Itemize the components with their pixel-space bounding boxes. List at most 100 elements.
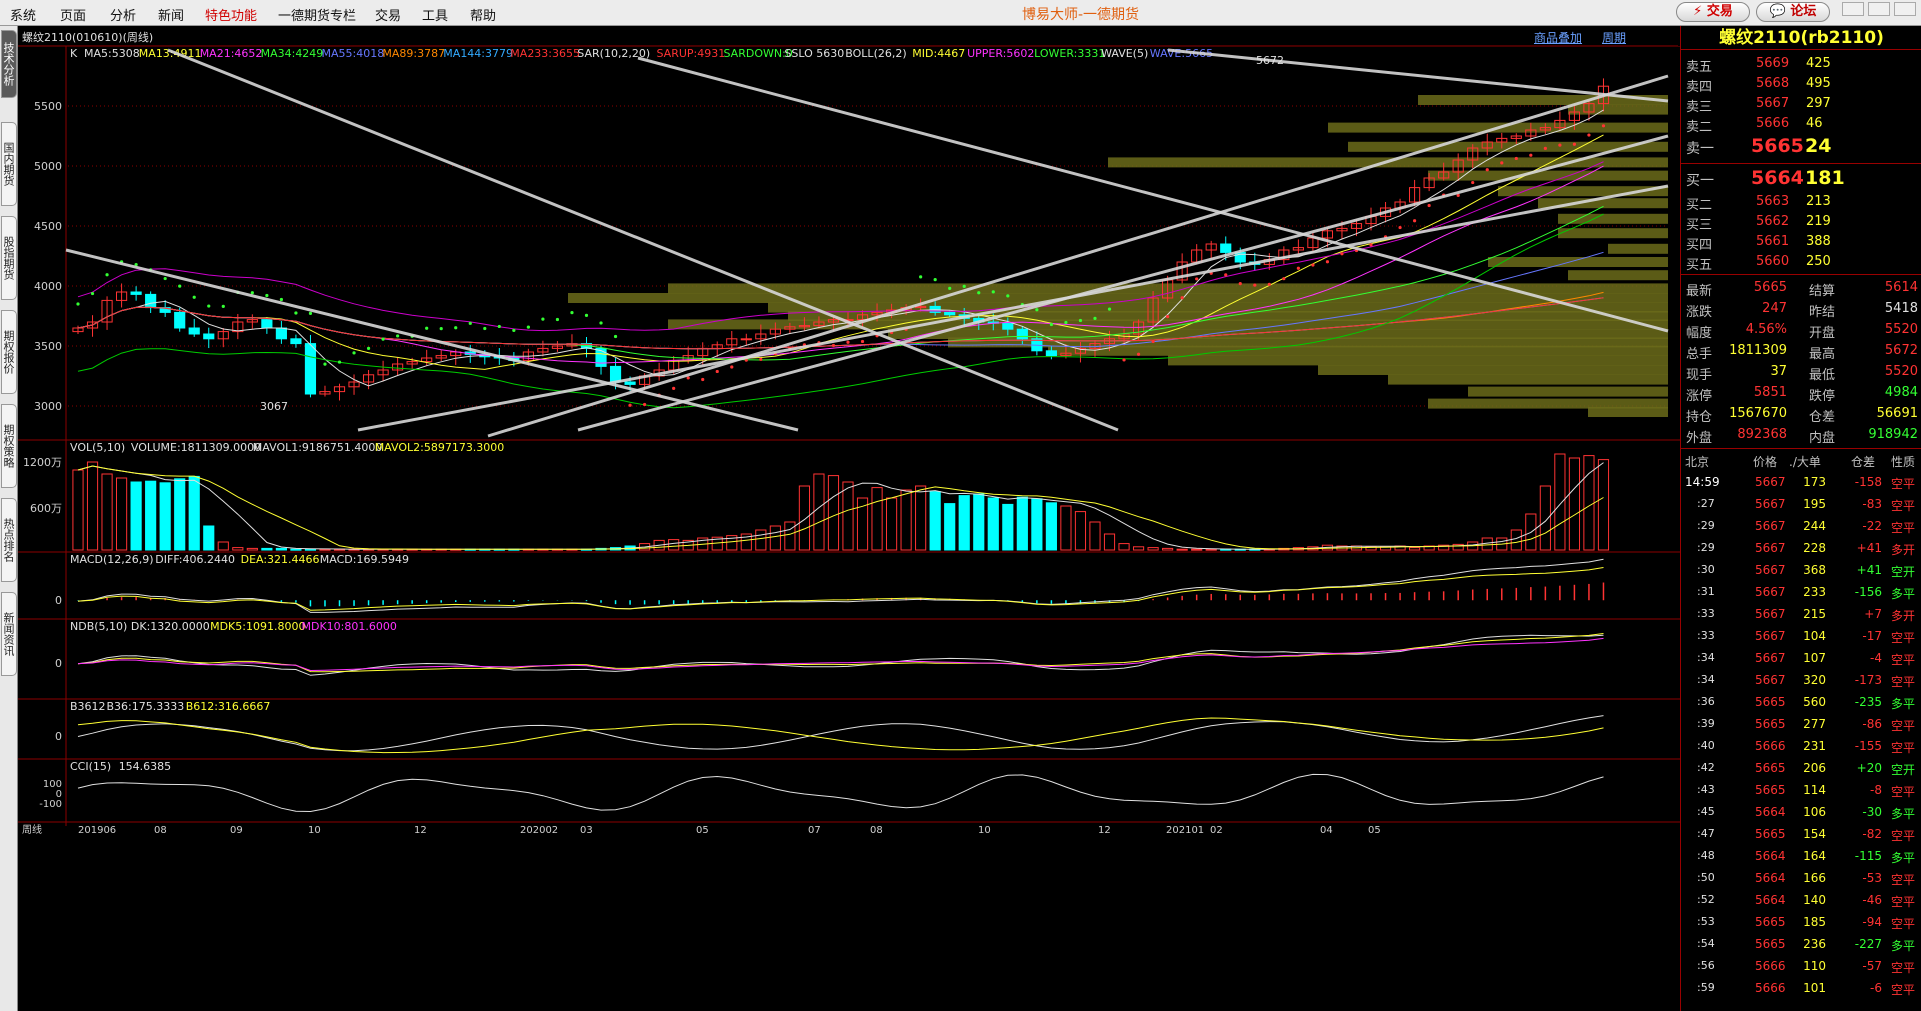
tick-row: :45 5664 106 -30 多平	[1681, 802, 1921, 824]
indicator-value: BOLL(26,2)	[845, 47, 906, 60]
menu-tools[interactable]: 工具	[422, 5, 448, 24]
sar-dot	[1413, 219, 1417, 223]
low-price-label: 3067	[260, 400, 288, 413]
candle-body	[304, 343, 317, 395]
sar-dot	[468, 321, 472, 325]
period-link[interactable]: 周期	[1602, 29, 1626, 46]
tick-oi-change: -83	[1862, 497, 1882, 511]
menu-system[interactable]: 系统	[10, 5, 36, 24]
tick-price: 5665	[1755, 827, 1786, 841]
sar-dot	[701, 377, 705, 382]
sar-dot	[250, 291, 254, 295]
menu-trade[interactable]: 交易	[375, 5, 401, 24]
minimize-button[interactable]	[1842, 2, 1864, 16]
volume-bar	[1409, 547, 1421, 551]
tab-option-strategy[interactable]: 期权策略	[1, 404, 17, 488]
menu-special-features[interactable]: 特色功能	[205, 5, 257, 24]
bid-ask-divider	[1681, 163, 1921, 164]
menu-news[interactable]: 新闻	[158, 5, 184, 24]
volume-value: MAVOL1:9186751.4000	[253, 441, 383, 454]
tab-index-futures[interactable]: 股指期货	[1, 216, 17, 300]
volume-profile-bar	[1558, 213, 1668, 224]
tick-oi-change: -4	[1870, 651, 1882, 665]
ask-label: 卖五	[1686, 60, 1713, 75]
tick-time: :29	[1697, 519, 1715, 532]
candle-body	[1045, 350, 1057, 357]
stat-value: 5520	[1884, 364, 1918, 379]
indicator-value: MA144:3779	[443, 47, 513, 60]
bid-volume: 213	[1806, 194, 1831, 209]
volume-profile-bar	[1048, 345, 1668, 356]
tab-news-info[interactable]: 新闻资讯	[1, 592, 17, 676]
tick-oi-change: -227	[1854, 937, 1882, 951]
tick-nature: 空平	[1891, 499, 1916, 513]
indicator-value: B612:316.6667	[186, 700, 271, 713]
menu-analysis[interactable]: 分析	[110, 5, 136, 24]
price-axis-label: 5000	[34, 160, 62, 173]
stat-value: 37	[1770, 364, 1787, 379]
sar-dot	[1587, 133, 1591, 137]
ask-volume: 495	[1806, 76, 1831, 91]
bid-row: 买一 5664 181	[1681, 166, 1921, 192]
volume-bar	[973, 493, 985, 551]
maximize-button[interactable]	[1868, 2, 1890, 16]
volume-bar	[1147, 547, 1159, 551]
volume-bar	[958, 495, 970, 551]
menu-page[interactable]: 页面	[60, 5, 86, 24]
sar-dot	[715, 369, 719, 374]
sar-dot	[366, 346, 371, 350]
volume-bar	[159, 482, 171, 551]
stat-label: 内盘	[1809, 431, 1836, 446]
tab-hot-ranking[interactable]: 热点排名	[1, 498, 17, 582]
volume-bar	[769, 525, 781, 551]
volume-bar	[842, 481, 854, 551]
indicator-value: DK:1320.0000	[131, 620, 210, 633]
stat-value: 918942	[1868, 427, 1918, 442]
sar-dot	[1282, 277, 1286, 281]
stat-label: 最高	[1809, 347, 1836, 362]
volume-profile-bar	[1568, 104, 1668, 115]
kline-chart-area[interactable]: 5500 5000 4500 4000 3500 3000 K MA5:5308 MA13:49…	[18, 46, 1680, 1011]
volume-title: VOL(5,10)	[70, 441, 125, 454]
bid-label: 买三	[1686, 218, 1713, 233]
tick-oi-change: -46	[1862, 893, 1882, 907]
price-axis-label: 3500	[34, 340, 62, 353]
sar-dot	[76, 302, 80, 306]
forum-button[interactable]: 💬 论坛	[1756, 2, 1830, 22]
ask-label: 卖二	[1686, 120, 1713, 135]
menu-help[interactable]: 帮助	[470, 5, 496, 24]
trade-button[interactable]: ⚡ 交易	[1676, 2, 1750, 22]
stat-row: 涨跌 247 昨结 5418	[1681, 299, 1921, 320]
tick-time: :30	[1697, 563, 1715, 576]
ask-label: 卖一	[1686, 141, 1714, 157]
tab-domestic-futures[interactable]: 国内期货	[1, 122, 17, 206]
sar-dot	[381, 337, 385, 341]
tab-technical-analysis[interactable]: 技术分析	[1, 30, 17, 98]
tab-option-quotes[interactable]: 期权报价	[1, 310, 17, 394]
menu-yide-column[interactable]: 一德期货专栏	[278, 5, 356, 24]
volume-value: MAVOL2:5897173.3000	[375, 441, 505, 454]
indicator-line	[77, 558, 1604, 613]
candle-body	[290, 338, 302, 345]
close-button[interactable]	[1894, 2, 1916, 16]
ask-price: 5667	[1756, 96, 1790, 111]
tick-nature: 空平	[1891, 917, 1916, 931]
bid-row: 买二 5663 213	[1681, 192, 1921, 213]
tick-price: 5667	[1755, 607, 1786, 621]
sar-dot	[555, 317, 560, 322]
sar-dot	[933, 278, 937, 282]
stat-label: 最新	[1686, 284, 1713, 299]
time-axis-label: 201906	[78, 825, 116, 836]
tick-row: :43 5665 114 -8 空平	[1681, 780, 1921, 802]
volume-bar	[1132, 546, 1145, 551]
tick-volume: 114	[1803, 783, 1826, 797]
tick-price: 5665	[1755, 695, 1786, 709]
tick-oi-change: +7	[1864, 607, 1882, 621]
candle-body	[203, 333, 215, 340]
bid-volume: 181	[1805, 167, 1845, 189]
sar-dot	[1572, 142, 1577, 146]
ticks-header-cell: 北京	[1685, 455, 1710, 469]
bid-volume: 250	[1806, 254, 1831, 269]
volume-bar	[86, 461, 99, 551]
overlay-commodity-link[interactable]: 商品叠加	[1534, 29, 1582, 46]
